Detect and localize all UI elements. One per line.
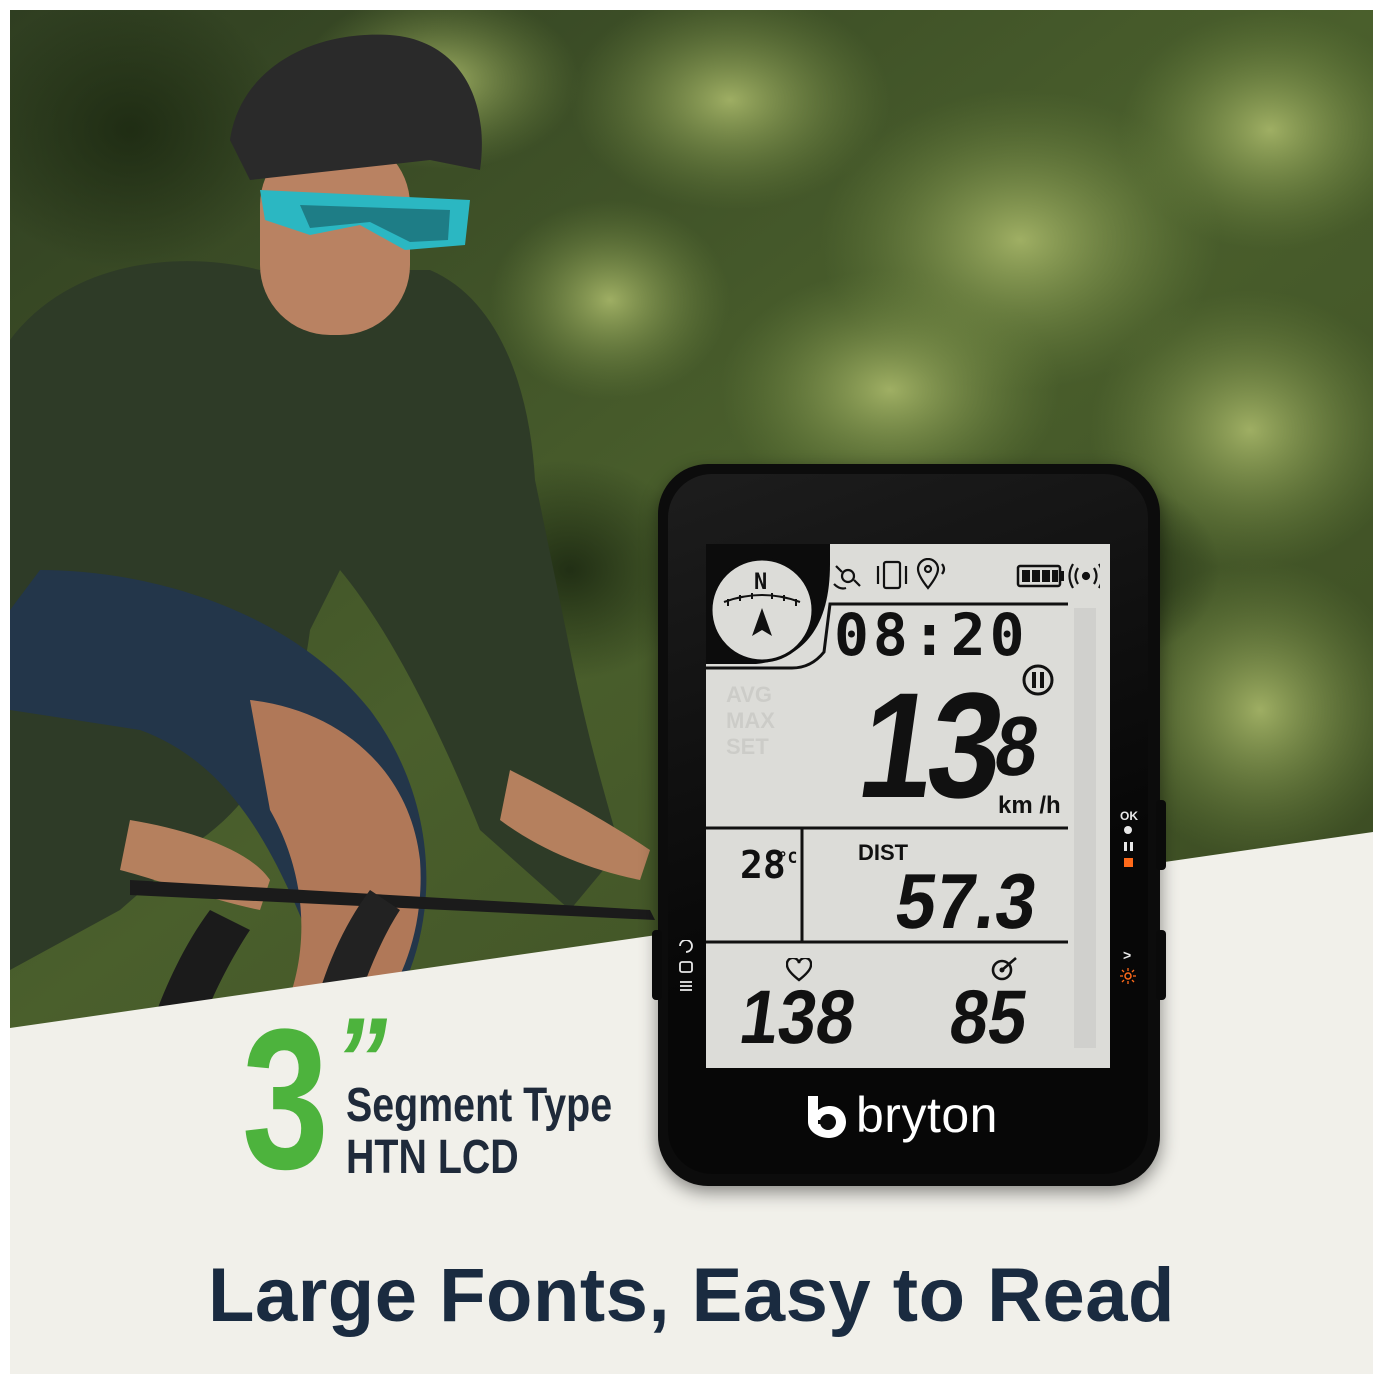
heart-rate-value: 138 [734,975,861,1060]
status-icons [833,558,1100,590]
next-side-button[interactable] [1156,930,1166,1000]
spec-line-segment-type: Segment Type [346,1079,613,1132]
speed-integer: 13 [849,661,1010,829]
stop-icon [1124,858,1133,867]
bryton-logo-icon [808,1096,846,1138]
satellite-icon [833,565,861,590]
battery-icon [1016,564,1064,588]
tagline: Large Fonts, Easy to Read [208,1253,1175,1338]
ok-label: OK [1120,809,1138,823]
screen-size-number: 3 [242,988,329,1211]
recording-icon [1022,664,1054,696]
next-arrow-label: > [1123,947,1132,963]
ok-side-button[interactable] [1156,800,1166,870]
location-icon [916,558,946,590]
clock-time: 08:20 [834,601,1029,669]
wireless-icon [1068,563,1100,589]
phone-icon [876,560,908,590]
speed-unit: km /h [998,792,1061,819]
brand-name: bryton [856,1087,998,1143]
pause-icon [1124,842,1127,851]
compass-heading: N [754,570,768,595]
cadence-value: 85 [944,975,1033,1060]
temperature-unit: °C [778,848,798,867]
distance-value: 57.3 [890,857,1043,945]
spec-line-htn-lcd: HTN LCD [346,1131,519,1184]
pause-icon-bar [1130,842,1133,851]
backlight-icon [1120,968,1136,984]
product-image: 3 ” Segment Type HTN LCD Large Fonts, Ea… [0,0,1383,1384]
ok-dot-icon [1124,826,1132,834]
lcd-screen: AVG MAX SET N 08:20 13 8 km /h 28 °C DIS… [706,544,1110,1068]
distance-label: DIST [858,840,909,865]
back-menu-icon [676,939,696,996]
back-side-button[interactable] [652,930,662,1000]
